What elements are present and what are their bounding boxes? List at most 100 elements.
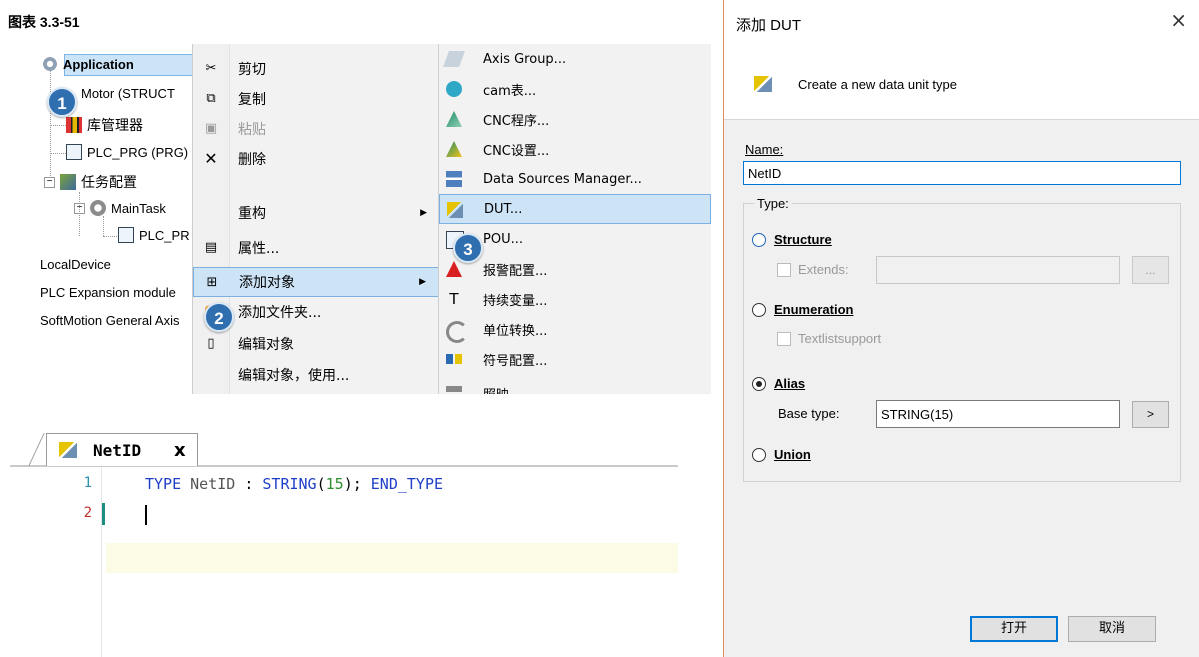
task-config-icon xyxy=(60,174,76,190)
submenu-item-persistent-vars[interactable]: T 持续变量... xyxy=(439,284,711,314)
menu-item-copy[interactable]: ⧉ 复制 xyxy=(193,84,439,114)
line-number: 1 xyxy=(83,475,92,491)
union-radio[interactable] xyxy=(752,448,766,462)
tree-item-local-device[interactable]: LocalDevice xyxy=(40,257,111,272)
dut-icon xyxy=(447,202,463,218)
cnc-program-icon xyxy=(446,111,462,127)
program-icon xyxy=(66,144,82,160)
collapse-icon[interactable]: − xyxy=(44,176,55,188)
enumeration-radio[interactable] xyxy=(752,303,766,317)
submenu-item-cnc-program[interactable]: CNC程序... xyxy=(439,104,711,134)
enumeration-label: Enumeration xyxy=(774,302,854,317)
editor-body[interactable]: 1 2 TYPE NetID : STRING(15); END_TYPE xyxy=(10,467,678,657)
submenu-item-dut[interactable]: DUT... xyxy=(439,194,711,224)
text-cursor xyxy=(145,505,147,525)
name-label: Name: xyxy=(745,142,784,157)
cnc-settings-icon xyxy=(446,141,462,157)
extends-browse-button[interactable]: ... xyxy=(1132,256,1169,284)
editor-tab-bar: NetID x xyxy=(10,425,678,467)
submenu-item-symbol-config[interactable]: 符号配置... xyxy=(439,344,711,374)
menu-item-add-object[interactable]: ⊞ 添加对象 ▶ xyxy=(193,267,439,297)
task-icon xyxy=(90,200,106,216)
figure-label: 图表 3.3-51 xyxy=(8,14,80,30)
submenu-item-cam-table[interactable]: cam表... xyxy=(439,74,711,104)
tree-item-expansion[interactable]: PLC Expansion module xyxy=(40,285,176,300)
context-menu: ✂ 剪切 ⧉ 复制 ▣ 粘贴 ✕ 删除 重构 ▶ ▤ 属性... ⊞ 添加对象 … xyxy=(192,44,439,394)
open-button[interactable]: 打开 xyxy=(970,616,1058,642)
menu-item-refactor[interactable]: 重构 ▶ xyxy=(193,198,439,228)
submenu-item-mapping[interactable]: 照映... xyxy=(439,374,711,394)
tree-item-motor[interactable]: Motor (STRUCT xyxy=(66,85,175,101)
library-icon xyxy=(66,117,82,133)
gear-icon xyxy=(42,56,58,72)
add-object-icon: ⊞ xyxy=(206,275,218,290)
tree-item-task-config[interactable]: − 任务配置 xyxy=(44,172,137,192)
editor-tab-netid[interactable]: NetID x xyxy=(46,433,198,466)
tree-item-plc-prg-call[interactable]: PLC_PR xyxy=(118,227,190,243)
symbol-config-icon xyxy=(446,354,462,364)
union-label: Union xyxy=(774,447,811,462)
base-type-field[interactable] xyxy=(876,400,1120,428)
tree-item-library[interactable]: 库管理器 xyxy=(66,115,143,135)
name-field[interactable] xyxy=(743,161,1181,185)
submenu-item-axis-group[interactable]: Axis Group... xyxy=(439,44,711,74)
copy-icon: ⧉ xyxy=(206,91,216,106)
submenu-item-alarm[interactable]: 报警配置... xyxy=(439,254,711,284)
collapse-icon[interactable]: − xyxy=(74,202,85,214)
unit-conversion-icon xyxy=(446,321,468,343)
add-object-submenu: Axis Group... cam表... CNC程序... CNC设置... … xyxy=(438,44,711,394)
mapping-icon xyxy=(446,386,462,392)
menu-item-edit-object[interactable]: ▯ 编辑对象 xyxy=(193,329,439,359)
textlist-checkbox[interactable] xyxy=(777,332,791,346)
alias-radio[interactable] xyxy=(752,377,766,391)
menu-item-properties[interactable]: ▤ 属性... xyxy=(193,233,439,263)
submenu-arrow-icon: ▶ xyxy=(420,208,427,218)
base-type-button[interactable]: > xyxy=(1132,401,1169,428)
tree-item-softmotion[interactable]: SoftMotion General Axis xyxy=(40,313,179,328)
extends-checkbox[interactable] xyxy=(777,263,791,277)
step-badge-1: 1 xyxy=(47,87,77,117)
tree-item-application[interactable]: Application xyxy=(42,56,134,72)
dut-icon xyxy=(754,76,772,92)
type-label: Type: xyxy=(754,196,792,211)
program-call-icon xyxy=(118,227,134,243)
extends-label: Extends: xyxy=(798,262,849,277)
code-line-1[interactable]: TYPE NetID : STRING(15); END_TYPE xyxy=(145,475,443,493)
line-number: 2 xyxy=(83,505,92,521)
textlist-label: Textlistsupport xyxy=(798,331,882,346)
structure-radio[interactable] xyxy=(752,233,766,247)
persistent-var-icon: T xyxy=(449,290,459,308)
tree-item-main-task[interactable]: − MainTask xyxy=(74,200,166,216)
dut-icon xyxy=(59,442,77,458)
code-editor: NetID x 1 2 TYPE NetID : STRING(15); END… xyxy=(10,425,678,657)
axis-group-icon xyxy=(443,51,465,67)
submenu-arrow-icon: ▶ xyxy=(419,277,426,287)
add-dut-dialog: 添加 DUT × Create a new data unit type Nam… xyxy=(723,0,1199,657)
change-indicator xyxy=(102,503,105,525)
dialog-description: Create a new data unit type xyxy=(798,77,957,92)
submenu-item-data-sources[interactable]: Data Sources Manager... xyxy=(439,164,711,194)
menu-item-edit-object-with[interactable]: 编辑对象，使用... xyxy=(193,360,439,390)
extends-field[interactable] xyxy=(876,256,1120,284)
close-icon[interactable]: × xyxy=(1170,8,1187,32)
base-type-label: Base type: xyxy=(778,406,840,421)
paste-icon: ▣ xyxy=(204,121,218,136)
tree-item-plc-prg[interactable]: PLC_PRG (PRG) xyxy=(66,144,188,160)
menu-item-paste[interactable]: ▣ 粘贴 xyxy=(193,114,439,144)
submenu-item-unit-conversion[interactable]: 单位转换... xyxy=(439,314,711,344)
dialog-title: 添加 DUT xyxy=(736,17,801,34)
submenu-item-cnc-settings[interactable]: CNC设置... xyxy=(439,134,711,164)
edit-icon: ▯ xyxy=(207,336,215,351)
alarm-icon xyxy=(446,261,462,277)
structure-label: Structure xyxy=(774,232,832,247)
alias-label: Alias xyxy=(774,376,806,391)
menu-item-cut[interactable]: ✂ 剪切 xyxy=(193,54,439,84)
scissors-icon: ✂ xyxy=(205,61,217,76)
data-sources-icon xyxy=(446,171,462,187)
menu-item-delete[interactable]: ✕ 删除 xyxy=(193,144,439,174)
close-tab-icon[interactable]: x xyxy=(174,440,186,461)
delete-icon: ✕ xyxy=(204,149,218,168)
cancel-button[interactable]: 取消 xyxy=(1068,616,1156,642)
step-badge-3: 3 xyxy=(453,233,483,263)
properties-icon: ▤ xyxy=(204,240,218,255)
